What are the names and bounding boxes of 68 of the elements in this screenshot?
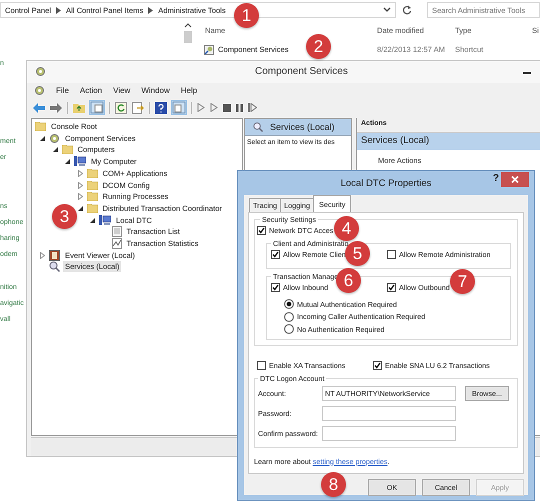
collapse-icon[interactable] bbox=[52, 147, 58, 152]
chart-icon bbox=[112, 238, 122, 249]
expand-icon[interactable] bbox=[78, 193, 82, 200]
checkbox[interactable] bbox=[257, 361, 266, 370]
callout-badge: 2 bbox=[306, 34, 331, 59]
restart-icon[interactable] bbox=[248, 103, 257, 112]
expand-icon[interactable] bbox=[78, 170, 82, 177]
export-icon[interactable] bbox=[132, 102, 144, 114]
scrollbar[interactable] bbox=[182, 23, 193, 43]
folder-icon bbox=[62, 145, 72, 154]
scroll-up-icon[interactable] bbox=[184, 23, 192, 28]
shortcut-icon bbox=[204, 44, 214, 54]
collapse-icon[interactable] bbox=[90, 218, 95, 223]
checkbox[interactable] bbox=[387, 250, 396, 258]
computer-icon bbox=[99, 214, 111, 226]
pane-icon[interactable] bbox=[90, 101, 104, 114]
menu-item[interactable]: Window bbox=[141, 86, 170, 96]
folder-icon bbox=[86, 180, 98, 190]
checkbox[interactable] bbox=[387, 282, 396, 292]
chevron-icon bbox=[148, 6, 154, 14]
dropdown-icon[interactable] bbox=[383, 7, 391, 13]
folder-icon bbox=[86, 204, 98, 213]
checkbox[interactable] bbox=[257, 226, 266, 234]
menu-item[interactable]: Action bbox=[80, 86, 102, 96]
refresh-icon[interactable] bbox=[115, 102, 127, 114]
window-title: Component Services bbox=[255, 66, 348, 78]
help-button[interactable]: ? bbox=[490, 173, 501, 184]
folder-icon bbox=[86, 192, 98, 202]
services-icon bbox=[49, 261, 60, 272]
pane-title: Services (Local) bbox=[270, 122, 335, 132]
gear-icon bbox=[35, 66, 46, 78]
forward-icon[interactable] bbox=[50, 102, 62, 113]
expand-icon[interactable] bbox=[78, 182, 82, 188]
collapse-icon[interactable] bbox=[65, 159, 70, 164]
input-field[interactable] bbox=[322, 426, 456, 441]
event-log-icon bbox=[49, 250, 60, 261]
services-icon bbox=[253, 122, 263, 132]
gear-icon bbox=[49, 132, 60, 144]
menu-item[interactable]: File bbox=[56, 86, 69, 96]
close-icon[interactable] bbox=[501, 172, 529, 187]
checkbox[interactable] bbox=[271, 282, 280, 292]
input-field[interactable] bbox=[322, 406, 456, 421]
help-icon[interactable] bbox=[155, 102, 167, 114]
radio-button[interactable] bbox=[284, 324, 294, 334]
menu-item[interactable]: Help bbox=[180, 86, 198, 96]
pause-icon[interactable] bbox=[236, 104, 243, 112]
computer-icon bbox=[74, 156, 86, 168]
stop-icon[interactable] bbox=[223, 104, 231, 112]
collapse-icon[interactable] bbox=[40, 136, 45, 141]
pane-icon[interactable] bbox=[172, 101, 186, 114]
callout-badge: 1 bbox=[234, 3, 259, 28]
document-icon bbox=[112, 226, 122, 238]
radio-button[interactable] bbox=[284, 299, 294, 310]
checkbox[interactable] bbox=[373, 361, 382, 370]
gear-icon[interactable] bbox=[34, 85, 45, 96]
dialog-title: Local DTC Properties bbox=[340, 178, 432, 188]
checkbox[interactable] bbox=[271, 250, 280, 258]
minimize-icon[interactable] bbox=[523, 72, 531, 75]
back-icon[interactable] bbox=[33, 102, 45, 113]
refresh-icon[interactable] bbox=[402, 5, 412, 15]
actions-entry[interactable]: Services (Local) bbox=[357, 132, 540, 150]
menu-item[interactable]: View bbox=[113, 86, 130, 96]
folder-up-icon[interactable] bbox=[73, 102, 85, 114]
folder-icon bbox=[86, 168, 98, 178]
radio-button[interactable] bbox=[284, 312, 294, 322]
chevron-icon bbox=[56, 6, 62, 14]
folder-icon bbox=[35, 122, 46, 132]
expand-icon[interactable] bbox=[40, 252, 45, 259]
